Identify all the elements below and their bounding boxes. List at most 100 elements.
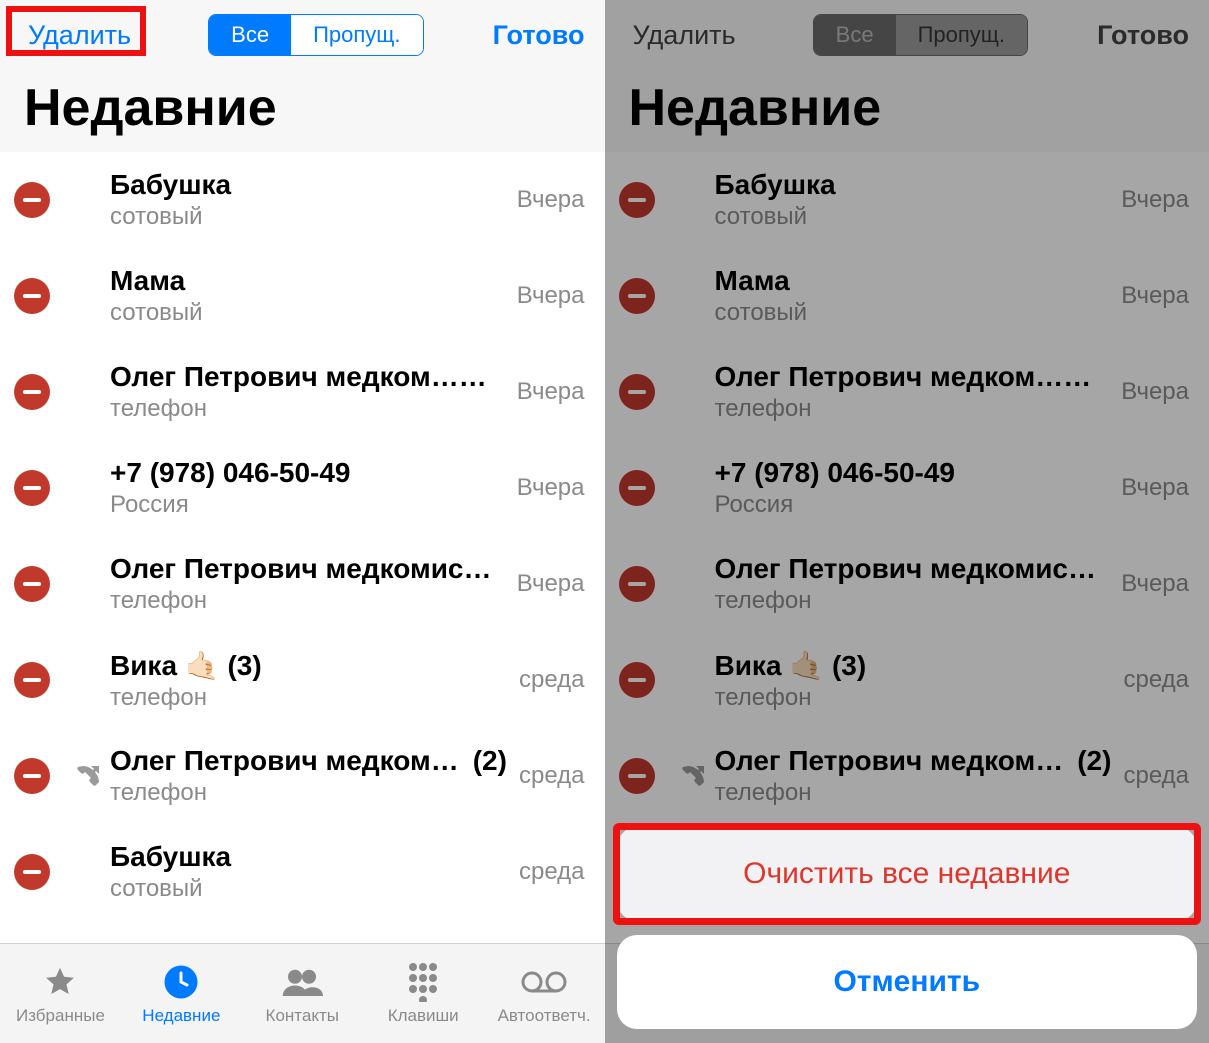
call-row[interactable]: МамасотовыйВчера — [0, 248, 605, 344]
call-name: Олег Петрович медком…(2) — [715, 745, 1112, 777]
call-cell: Олег Петрович медком…(2)телефон — [110, 344, 509, 440]
call-row[interactable]: Вика 🤙🏻 (3)телефонсреда — [605, 632, 1209, 728]
call-row[interactable]: МамасотовыйВчера — [605, 248, 1209, 344]
delete-row-icon[interactable] — [619, 374, 655, 410]
call-row[interactable]: +7 (978) 046-50-49РоссияВчера — [605, 440, 1209, 536]
call-subtitle: телефон — [715, 779, 1112, 807]
call-name: +7 (978) 046-50-49 — [715, 457, 1110, 489]
tab-label: Контакты — [266, 1006, 339, 1026]
delete-row-icon[interactable] — [619, 566, 655, 602]
call-subtitle: телефон — [715, 684, 1112, 712]
call-time: среда — [511, 762, 591, 790]
delete-row-icon[interactable] — [619, 470, 655, 506]
call-row[interactable]: Олег Петрович медком…(2)телефонВчера — [605, 344, 1209, 440]
call-row[interactable]: +7 (978) 046-50-49РоссияВчера — [0, 440, 605, 536]
call-row[interactable]: Вика 🤙🏻 (3)телефонсреда — [0, 632, 605, 728]
call-row[interactable]: Олег Петрович медком…(2)телефонВчера — [0, 344, 605, 440]
delete-row-icon[interactable] — [619, 758, 655, 794]
call-cell: +7 (978) 046-50-49Россия — [715, 440, 1114, 536]
call-time: Вчера — [509, 474, 591, 502]
done-button[interactable]: Готово — [493, 20, 585, 51]
delete-button[interactable]: Удалить — [625, 14, 744, 57]
call-time: среда — [511, 666, 591, 694]
tab-recents[interactable]: Недавние — [121, 944, 242, 1043]
call-name: Олег Петрович медкомисс… — [715, 553, 1110, 585]
delete-row-icon[interactable] — [14, 566, 50, 602]
header: Удалить Все Пропущ. Готово — [0, 0, 605, 70]
screen-action-sheet: Удалить Все Пропущ. Готово Недавние Бабу… — [605, 0, 1209, 1043]
call-cell: Олег Петрович медком…(2)телефон — [110, 728, 511, 824]
delete-row-icon[interactable] — [14, 374, 50, 410]
call-subtitle: телефон — [715, 395, 1110, 423]
call-cell: Мамасотовый — [110, 248, 509, 344]
done-button[interactable]: Готово — [1097, 20, 1189, 51]
call-cell: Бабушкасотовый — [715, 152, 1114, 248]
segment-missed[interactable]: Пропущ. — [896, 15, 1027, 55]
outgoing-call-icon — [72, 764, 106, 788]
call-row[interactable]: Олег Петрович медкомисс…телефонВчера — [605, 536, 1209, 632]
segment-all[interactable]: Все — [814, 15, 896, 55]
call-time: среда — [1115, 762, 1195, 790]
keypad-icon — [406, 962, 440, 1002]
delete-row-icon[interactable] — [14, 470, 50, 506]
tab-contacts[interactable]: Контакты — [242, 944, 363, 1043]
call-row[interactable]: Олег Петрович медкомисс…телефонВчера — [0, 536, 605, 632]
call-row[interactable]: БабушкасотовыйВчера — [605, 152, 1209, 248]
delete-row-icon[interactable] — [619, 278, 655, 314]
screen-edit-mode: Удалить Все Пропущ. Готово Недавние Бабу… — [0, 0, 605, 1043]
call-row[interactable]: Олег Петрович медком…(2)телефонсреда — [605, 728, 1209, 824]
delete-row-icon[interactable] — [619, 182, 655, 218]
tab-keypad[interactable]: Клавиши — [363, 944, 484, 1043]
call-cell: Олег Петрович медкомисс…телефон — [110, 536, 509, 632]
call-name: Бабушка — [715, 169, 1110, 201]
tab-voicemail[interactable]: Автоответч. — [484, 944, 605, 1043]
clock-icon — [163, 962, 199, 1002]
call-subtitle: Россия — [715, 491, 1110, 519]
recent-calls-list: БабушкасотовыйВчераМамасотовыйВчераОлег … — [605, 152, 1209, 943]
outgoing-call-icon — [677, 764, 711, 788]
contacts-icon — [281, 962, 323, 1002]
delete-row-icon[interactable] — [14, 182, 50, 218]
page-title: Недавние — [605, 70, 1209, 152]
call-subtitle: телефон — [110, 779, 507, 807]
call-name: Олег Петрович медком…(2) — [110, 745, 507, 777]
call-name: Олег Петрович медком…(2) — [715, 361, 1110, 393]
tab-favorites[interactable]: Избранные — [0, 944, 121, 1043]
call-time: Вчера — [1113, 474, 1195, 502]
delete-button[interactable]: Удалить — [20, 14, 139, 57]
call-subtitle: Россия — [110, 491, 505, 519]
call-cell: Мамасотовый — [715, 248, 1114, 344]
call-row[interactable]: БабушкасотовыйВчера — [0, 152, 605, 248]
call-subtitle: телефон — [110, 587, 505, 615]
call-cell: Олег Петрович медком…(2)телефон — [715, 344, 1114, 440]
delete-row-icon[interactable] — [14, 278, 50, 314]
segment-all[interactable]: Все — [209, 15, 291, 55]
tab-label: Автоответч. — [498, 1006, 591, 1026]
clear-all-recents-button[interactable]: Очистить все недавние — [617, 827, 1198, 921]
call-row[interactable]: Олег Петрович медком…(2)телефонсреда — [0, 728, 605, 824]
call-time: Вчера — [509, 282, 591, 310]
call-count: (2) — [1077, 361, 1109, 392]
call-name: Бабушка — [110, 169, 505, 201]
call-name: +7 (978) 046-50-49 — [110, 457, 505, 489]
call-subtitle: сотовый — [715, 203, 1110, 231]
delete-row-icon[interactable] — [14, 662, 50, 698]
delete-row-icon[interactable] — [14, 758, 50, 794]
delete-row-icon[interactable] — [619, 662, 655, 698]
call-cell: Бабушкасотовый — [110, 152, 509, 248]
call-row[interactable]: Бабушкасотовыйсреда — [0, 824, 605, 920]
call-count: (2) — [473, 745, 507, 776]
call-time: Вчера — [1113, 186, 1195, 214]
call-subtitle: телефон — [715, 587, 1110, 615]
star-icon — [42, 962, 78, 1002]
tab-label: Клавиши — [388, 1006, 459, 1026]
call-subtitle: сотовый — [110, 875, 507, 903]
segment-missed[interactable]: Пропущ. — [291, 15, 422, 55]
call-time: Вчера — [1113, 282, 1195, 310]
cancel-button[interactable]: Отменить — [617, 935, 1198, 1029]
delete-row-icon[interactable] — [14, 854, 50, 890]
tab-label: Недавние — [142, 1006, 220, 1026]
segmented-control: Все Пропущ. — [208, 14, 423, 56]
call-name: Вика 🤙🏻 (3) — [110, 649, 507, 682]
recent-calls-list: БабушкасотовыйВчераМамасотовыйВчераОлег … — [0, 152, 605, 943]
